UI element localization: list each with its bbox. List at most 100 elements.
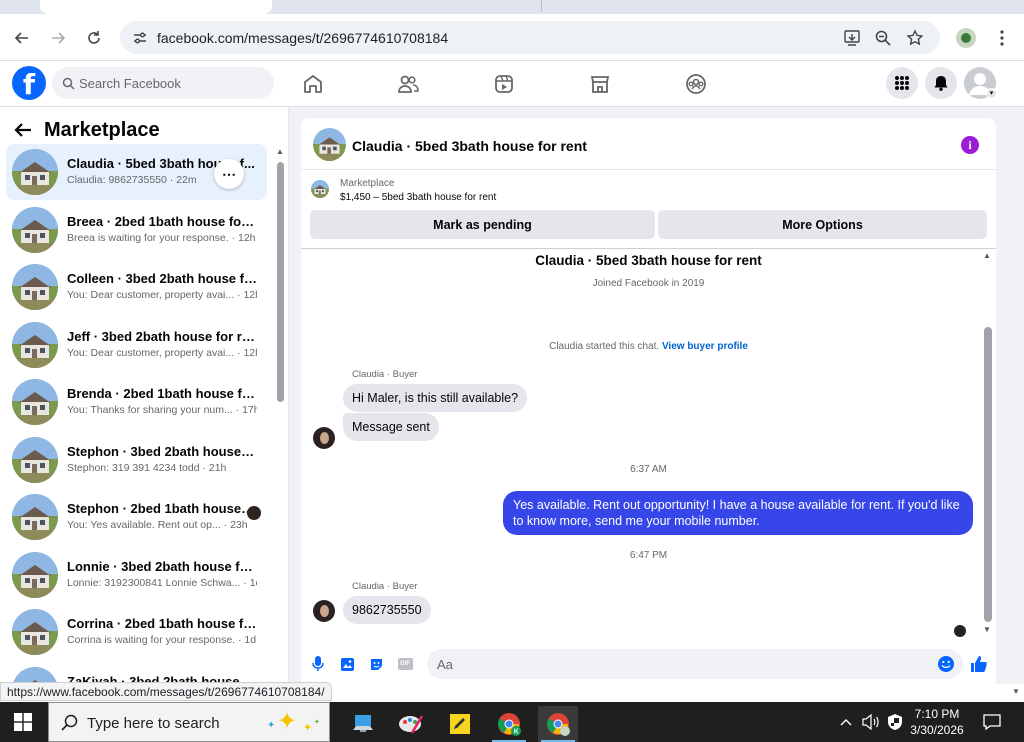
photo-icon[interactable] — [339, 656, 355, 672]
listing-thumbnail — [12, 149, 58, 195]
buyer-avatar[interactable] — [313, 600, 335, 622]
friends-icon[interactable] — [395, 71, 421, 97]
palette-icon — [399, 715, 424, 734]
arrow-right-icon — [52, 32, 66, 44]
taskbar-app-chrome[interactable] — [538, 706, 578, 742]
browser-menu-button[interactable] — [988, 24, 1016, 52]
notifications-button[interactable] — [925, 67, 957, 99]
show-hidden-icons[interactable] — [836, 702, 856, 742]
windows-start-icon[interactable] — [14, 713, 32, 731]
scroll-down-icon[interactable]: ▼ — [1012, 687, 1020, 696]
chat-scrollbar[interactable]: ▲ ▼ — [981, 249, 995, 639]
conversation-snippet: You: Dear customer, property avai... · 1… — [67, 289, 257, 301]
info-icon[interactable]: i — [961, 136, 979, 154]
volume-icon[interactable] — [860, 702, 882, 742]
search-icon — [62, 77, 75, 90]
account-button[interactable]: ▾ — [964, 67, 997, 99]
conversation-item[interactable]: Jeff · 3bed 2bath house for rent You: Dea… — [6, 317, 267, 373]
profile-avatar — [956, 28, 976, 48]
sidebar-title: Marketplace — [44, 118, 160, 141]
taskbar-search-input[interactable] — [87, 712, 257, 734]
message-input[interactable] — [437, 649, 917, 679]
marketplace-icon[interactable] — [587, 71, 613, 97]
listing-title[interactable]: $1,450 – 5bed 3bath house for rent — [340, 192, 496, 203]
conversation-item[interactable]: Breea · 2bed 1bath house for rent Breea i… — [6, 202, 267, 258]
video-icon[interactable] — [491, 71, 517, 97]
reload-button[interactable] — [80, 24, 108, 52]
site-settings-icon[interactable] — [132, 30, 148, 46]
notification-center-icon[interactable] — [980, 702, 1004, 742]
taskbar-app-computer[interactable] — [343, 706, 383, 742]
scroll-down-icon[interactable]: ▼ — [983, 625, 991, 634]
groups-icon[interactable] — [683, 71, 709, 97]
facebook-navbar: f ▾ — [0, 61, 1024, 107]
zoom-icon[interactable] — [872, 27, 894, 49]
taskbar-clock[interactable]: 7:10 PM 3/30/2026 — [900, 706, 974, 738]
timestamp: 6:47 PM — [629, 550, 668, 561]
arrow-left-icon — [14, 32, 28, 44]
microphone-icon[interactable] — [310, 656, 326, 672]
taskbar-app-paint[interactable] — [391, 706, 431, 742]
svg-text:K: K — [514, 729, 519, 736]
facebook-search[interactable] — [52, 67, 274, 99]
browser-tab-active[interactable] — [40, 0, 272, 14]
view-buyer-profile-link[interactable]: View buyer profile — [662, 341, 748, 352]
conversation-item[interactable]: Stephon · 3bed 2bath house for... Stephon… — [6, 432, 267, 488]
message-bubble[interactable]: Hi Maler, is this still available? — [343, 384, 528, 412]
like-icon[interactable] — [969, 654, 989, 674]
back-button[interactable] — [8, 24, 36, 52]
profile-button[interactable] — [952, 24, 980, 52]
browser-tab-inactive[interactable] — [282, 0, 542, 12]
conversation-item[interactable]: Lonnie · 3bed 2bath house for r... Lonnie… — [6, 547, 267, 603]
conversation-item[interactable]: Corrina · 2bed 1bath house for r... Corri… — [6, 604, 267, 660]
sticker-icon[interactable] — [368, 656, 384, 672]
listing-category: Marketplace — [340, 178, 395, 189]
back-arrow-icon[interactable] — [14, 122, 32, 138]
conversation-name: Stephon · 2bed 1bath house f... — [67, 501, 257, 516]
gif-icon[interactable]: GIF — [397, 656, 413, 672]
conversation-item[interactable]: Claudia · 5bed 3bath house f... Claudia: … — [6, 144, 267, 200]
taskbar-search[interactable]: ✦ ✦ ✦ ✦ — [48, 702, 330, 742]
seen-avatar — [247, 506, 261, 520]
chat-title[interactable]: Claudia · 5bed 3bath house for rent — [352, 138, 587, 154]
buyer-avatar[interactable] — [313, 427, 335, 449]
more-options-button[interactable]: More Options — [658, 210, 987, 239]
mark-as-pending-button[interactable]: Mark as pending — [310, 210, 655, 239]
profile-name: Claudia · 5bed 3bath house for rent — [535, 253, 762, 268]
sidebar-scrollbar[interactable]: ▲ — [275, 147, 285, 684]
forward-button[interactable] — [44, 24, 72, 52]
menu-grid-button[interactable] — [886, 67, 918, 99]
chat-scrollbar-thumb[interactable] — [984, 327, 992, 622]
sidebar-scrollbar-thumb[interactable] — [277, 162, 284, 402]
bookmark-star-icon[interactable] — [904, 27, 926, 49]
search-icon — [61, 714, 78, 731]
conversation-item[interactable]: Stephon · 2bed 1bath house f... You: Yes … — [6, 489, 267, 545]
message-bubble[interactable]: 9862735550 — [343, 596, 431, 624]
facebook-logo[interactable]: f — [12, 66, 46, 100]
listing-thumbnail — [12, 551, 58, 598]
message-bubble[interactable]: Message sent — [343, 413, 439, 441]
browser-tab-strip — [0, 0, 1024, 14]
more-options-icon[interactable]: ⋯ — [214, 159, 244, 189]
scroll-up-icon[interactable]: ▲ — [983, 251, 991, 260]
conversation-item[interactable]: Brenda · 2bed 1bath house for r... You: T… — [6, 374, 267, 430]
conversation-item[interactable]: ZaKiyah · 3bed 2bath house for... — [6, 662, 267, 684]
monitor-icon — [353, 715, 373, 732]
taskbar-app-chrome-profile[interactable]: K — [489, 706, 529, 742]
install-app-icon[interactable] — [841, 27, 863, 49]
search-input[interactable] — [79, 67, 269, 99]
search-highlight-icon: ✦ ✦ ✦ ✦ — [267, 708, 320, 735]
chat-avatar[interactable] — [313, 128, 346, 161]
conversation-name: Stephon · 3bed 2bath house for... — [67, 443, 257, 459]
address-bar[interactable]: facebook.com/messages/t/2696774610708184 — [120, 21, 940, 54]
listing-thumbnail[interactable] — [311, 180, 329, 198]
emoji-icon[interactable] — [937, 655, 955, 673]
scroll-up-icon[interactable]: ▲ — [276, 147, 284, 156]
message-input-box[interactable] — [427, 649, 963, 679]
taskbar-app-sticky-notes[interactable] — [440, 706, 480, 742]
conversation-item[interactable]: Colleen · 3bed 2bath house for ... You: D… — [6, 259, 267, 315]
my-message-bubble[interactable]: Yes available. Rent out opportunity! I h… — [503, 491, 973, 535]
chevron-up-icon — [840, 719, 852, 726]
home-icon[interactable] — [300, 71, 326, 97]
listing-thumbnail — [12, 206, 58, 253]
